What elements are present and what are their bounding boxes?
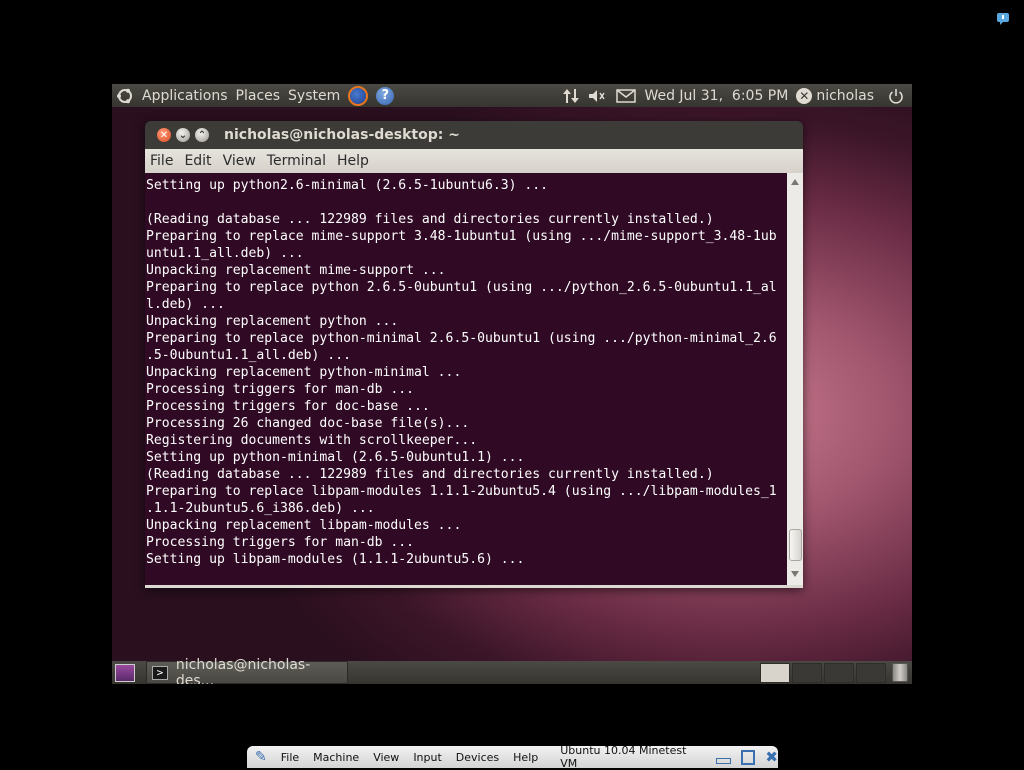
vbox-menu-devices[interactable]: Devices: [456, 751, 499, 764]
workspace-1[interactable]: [760, 662, 790, 683]
close-vm-icon[interactable]: ✖: [765, 748, 778, 766]
window-bottom-border: [145, 585, 803, 588]
scrollbar-thumb[interactable]: [789, 529, 802, 561]
menu-edit[interactable]: Edit: [184, 153, 211, 169]
firefox-launcher-icon[interactable]: [344, 84, 372, 107]
menu-terminal[interactable]: Terminal: [267, 153, 326, 169]
vbox-menu-input[interactable]: Input: [413, 751, 441, 764]
menu-view[interactable]: View: [223, 153, 256, 169]
scroll-down-arrow-icon[interactable]: [791, 571, 799, 577]
menu-system[interactable]: System: [284, 84, 344, 107]
vbox-menu-help[interactable]: Help: [513, 751, 538, 764]
window-title: nicholas@nicholas-desktop: ~: [224, 127, 460, 143]
user-status-icon[interactable]: ✕: [792, 84, 816, 107]
minimize-button[interactable]: ⌄: [176, 128, 190, 142]
show-desktop-icon[interactable]: [115, 664, 135, 682]
close-button[interactable]: ✕: [157, 128, 171, 142]
vbox-menu-file[interactable]: File: [281, 751, 299, 764]
chat-bubble-icon[interactable]: [996, 12, 1010, 26]
terminal-titlebar[interactable]: ✕ ⌄ ⌃ nicholas@nicholas-desktop: ~: [145, 121, 803, 149]
vbox-menu-machine[interactable]: Machine: [313, 751, 359, 764]
trash-icon[interactable]: [892, 663, 908, 682]
workspace-2[interactable]: [792, 662, 822, 683]
virtualbox-toolbar: ✎ File Machine View Input Devices Help U…: [247, 744, 778, 770]
mail-icon[interactable]: [612, 84, 640, 107]
restore-window-icon[interactable]: [741, 749, 756, 765]
workspace-4[interactable]: [856, 662, 886, 683]
network-updown-icon[interactable]: [558, 84, 584, 107]
power-icon[interactable]: [878, 84, 912, 107]
menu-help[interactable]: Help: [337, 153, 369, 169]
terminal-small-icon: >: [152, 665, 168, 680]
workspace-3[interactable]: [824, 662, 854, 683]
vm-name: Ubuntu 10.04 Minetest VM: [560, 744, 687, 770]
pin-icon[interactable]: ✎: [255, 749, 267, 765]
ubuntu-logo-icon[interactable]: [112, 84, 138, 107]
maximize-button[interactable]: ⌃: [195, 128, 209, 142]
terminal-window[interactable]: ✕ ⌄ ⌃ nicholas@nicholas-desktop: ~ File …: [145, 121, 803, 588]
scroll-up-arrow-icon[interactable]: [791, 179, 799, 185]
top-panel: Applications Places System ? Wed Jul 31,…: [112, 84, 912, 107]
menu-file[interactable]: File: [150, 153, 173, 169]
terminal-scrollbar[interactable]: [787, 173, 803, 585]
taskbar-terminal-label: nicholas@nicholas-des...: [175, 656, 311, 685]
terminal-menubar: File Edit View Terminal Help: [145, 149, 803, 173]
user-name[interactable]: nicholas: [816, 84, 878, 107]
volume-icon[interactable]: [584, 84, 612, 107]
menu-applications[interactable]: Applications: [138, 84, 232, 107]
menu-places[interactable]: Places: [232, 84, 285, 107]
clock-datetime[interactable]: Wed Jul 31, 6:05 PM: [640, 84, 792, 107]
minimize-window-icon[interactable]: [715, 758, 732, 764]
bottom-panel: > nicholas@nicholas-des...: [112, 657, 912, 684]
vbox-menu-view[interactable]: View: [373, 751, 399, 764]
taskbar-terminal-button[interactable]: > nicholas@nicholas-des...: [146, 657, 348, 684]
help-launcher-icon[interactable]: ?: [372, 84, 398, 107]
terminal-output[interactable]: Setting up python2.6-minimal (2.6.5-1ubu…: [145, 173, 787, 585]
